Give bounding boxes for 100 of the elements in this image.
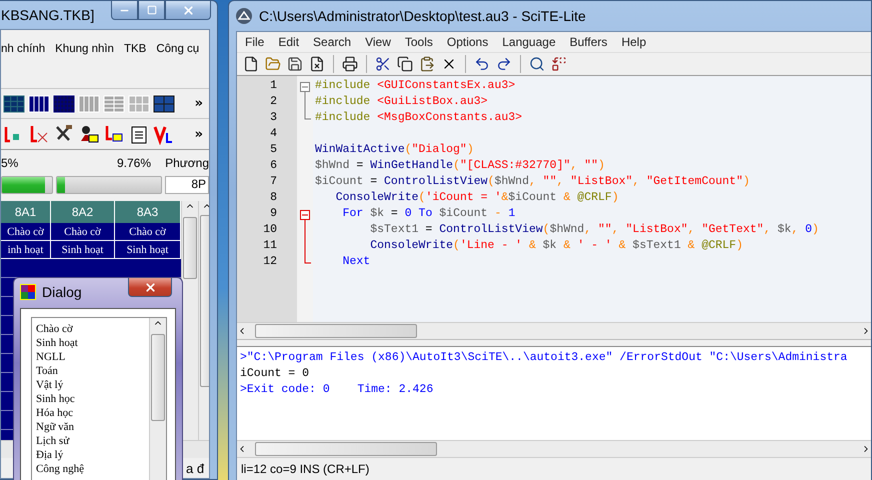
menu-item[interactable]: Search xyxy=(313,35,352,49)
list-item[interactable]: Toán xyxy=(36,364,149,378)
table-cell: Sinh hoạt xyxy=(51,241,115,259)
menu-item[interactable]: View xyxy=(365,35,391,49)
close-button[interactable] xyxy=(128,278,172,297)
scrollbar[interactable] xyxy=(237,440,871,457)
line-number: 12 xyxy=(262,254,278,270)
replace-icon[interactable] xyxy=(551,56,567,72)
line-number: 11 xyxy=(262,238,278,254)
menu-item[interactable]: Language xyxy=(502,35,556,49)
cut-icon[interactable] xyxy=(375,56,391,72)
period-field: 8P xyxy=(165,176,209,194)
code-line: $hWnd = WinGetHandle("[CLASS:#32770]", "") xyxy=(315,158,606,174)
list-item[interactable]: Hóa học xyxy=(36,406,149,420)
search-icon[interactable] xyxy=(529,56,545,72)
list-item[interactable]: NGLL xyxy=(36,350,149,364)
list-item[interactable]: Lịch sử xyxy=(36,434,149,448)
minimize-button[interactable] xyxy=(111,1,138,20)
line-number: 7 xyxy=(269,174,278,190)
code-line: ConsoleWrite('Line - ' & $k & ' - ' & $sText1 & @CRLF) xyxy=(369,238,744,254)
toolbar-overflow[interactable]: » xyxy=(194,126,207,142)
progress-label: 5% xyxy=(1,156,20,170)
menu-item[interactable]: Edit xyxy=(278,35,300,49)
list-item[interactable]: Công nghệ xyxy=(36,462,149,476)
column-header: 8A2 xyxy=(51,201,115,223)
code-line: #include <GUIConstantsEx.au3> xyxy=(315,78,516,94)
window-title: KBSANG.TKB] xyxy=(0,7,94,23)
column-header: 8A3 xyxy=(115,201,181,223)
code-line: #include <GuiListBox.au3> xyxy=(315,94,489,110)
line-number: 9 xyxy=(269,206,278,222)
maximize-icon xyxy=(146,5,156,15)
menu-item[interactable]: Tools xyxy=(404,35,433,49)
menu-item[interactable]: Công cụ xyxy=(156,43,200,55)
status-text: li=12 co=9 INS (CR+LF) xyxy=(241,462,370,476)
window-title: C:\Users\Administrator\Desktop\test.au3 - SciTE-Lite xyxy=(259,8,586,24)
save-icon[interactable] xyxy=(287,56,303,72)
code-line: $sText1 = ControlListView($hWnd, "", "ListBox", "GetText", $k, 0) xyxy=(369,222,820,238)
table-cell: Chào cờ xyxy=(51,223,115,241)
print-icon[interactable] xyxy=(342,56,358,72)
undo-icon[interactable] xyxy=(474,56,490,72)
scroll-thumb[interactable] xyxy=(183,217,197,279)
line-number: 6 xyxy=(269,158,278,174)
line-number: 4 xyxy=(269,126,278,142)
line-number: 8 xyxy=(269,190,278,206)
table-cell: Chào cờ xyxy=(1,223,51,241)
list-item[interactable]: Sinh học xyxy=(36,392,149,406)
app-icon xyxy=(235,7,253,25)
output-line: iCount = 0 xyxy=(240,366,310,382)
scroll-thumb[interactable] xyxy=(255,442,437,456)
menu-item[interactable]: Buffers xyxy=(570,35,608,49)
list-item[interactable]: Ngữ văn xyxy=(36,420,149,434)
open-folder-icon[interactable] xyxy=(265,56,281,72)
menu-item[interactable]: nh chính xyxy=(1,43,46,55)
output-line: >Exit code: 0 Time: 2.426 xyxy=(240,382,434,398)
list-item[interactable]: Chào cờ xyxy=(36,322,149,336)
new-file-icon[interactable] xyxy=(243,56,259,72)
menu-item[interactable]: Options xyxy=(446,35,488,49)
code-line: $iCount = ControlListView($hWnd, "", "ListBox", "GetItemCount") xyxy=(315,174,751,190)
menu-item[interactable]: Khung nhìn xyxy=(55,43,114,55)
code-editor[interactable] xyxy=(237,75,871,322)
table-icon[interactable] xyxy=(153,94,175,114)
maximize-button[interactable] xyxy=(138,1,165,20)
menu-item[interactable]: File xyxy=(245,35,264,49)
status-text: a đ xyxy=(186,460,204,476)
table-icon[interactable] xyxy=(3,94,25,114)
scroll-thumb[interactable] xyxy=(151,334,165,421)
paste-icon[interactable] xyxy=(419,56,435,72)
code-line: Next xyxy=(342,254,372,270)
progress-label: 9.76% xyxy=(116,156,151,170)
line-number: 2 xyxy=(269,94,278,110)
scroll-thumb[interactable] xyxy=(255,324,417,338)
copy-icon[interactable] xyxy=(397,56,413,72)
close-file-icon[interactable] xyxy=(309,56,325,72)
table-icon[interactable] xyxy=(53,94,75,114)
teacher-name: Phương xyxy=(164,156,209,170)
dialog-title: Dialog xyxy=(42,284,82,300)
close-button[interactable] xyxy=(165,1,211,20)
menu-item[interactable]: TKB xyxy=(124,43,146,55)
menu-item[interactable]: Help xyxy=(621,35,646,49)
line-number: 1 xyxy=(269,78,278,94)
code-line: #include <MsgBoxConstants.au3> xyxy=(315,110,524,126)
close-icon xyxy=(144,280,156,294)
column-header: 8A1 xyxy=(1,201,51,223)
line-number: 5 xyxy=(269,142,278,158)
table-cell: inh hoạt xyxy=(1,241,51,259)
scrollbar[interactable] xyxy=(149,318,166,480)
scrollbar[interactable] xyxy=(237,322,871,339)
code-line: WinWaitActive("Dialog") xyxy=(315,142,475,158)
fold-toggle-icon[interactable] xyxy=(300,82,310,94)
list-item[interactable]: Vật lý xyxy=(36,378,149,392)
app-icon xyxy=(20,284,36,300)
list-item[interactable]: Địa lý xyxy=(36,448,149,462)
redo-icon[interactable] xyxy=(496,56,512,72)
output-line: >"C:\Program Files (x86)\AutoIt3\SciTE\..\autoit3.exe" /ErrorStdOut "C:\Users\Administra xyxy=(240,350,848,366)
list-box[interactable]: Chào cờ Sinh hoạt NGLL Toán Vật lý Sinh học Hóa học Ngữ văn Lịch sử Địa lý Công nghệ xyxy=(31,317,167,480)
toolbar-overflow[interactable]: » xyxy=(194,96,207,111)
fold-toggle-icon[interactable] xyxy=(300,210,310,222)
line-number: 10 xyxy=(262,222,278,238)
scrollbar[interactable] xyxy=(181,201,198,440)
list-item[interactable]: Sinh hoạt xyxy=(36,336,149,350)
